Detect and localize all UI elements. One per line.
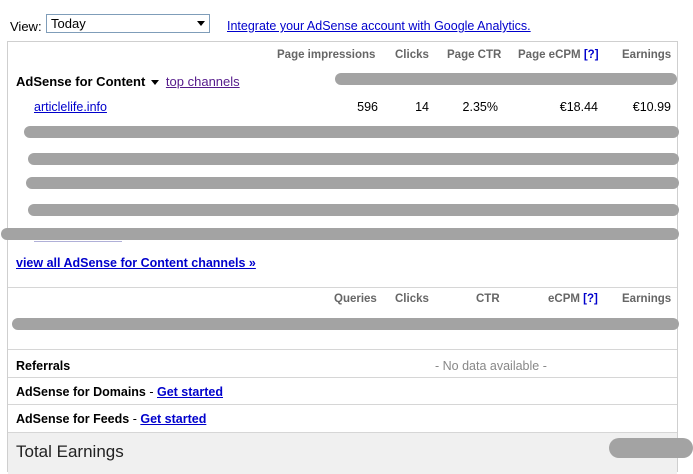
row-clicks: 14	[415, 100, 429, 114]
top-channels-link[interactable]: top channels	[166, 74, 240, 89]
header-clicks: Clicks	[395, 49, 429, 61]
header-search-ctr: CTR	[476, 293, 500, 305]
ecpm-help-link[interactable]: [?]	[584, 49, 599, 61]
header-search-earnings: Earnings	[622, 293, 672, 305]
header-page-ecpm-label: Page eCPM	[518, 49, 581, 61]
separator: -	[129, 412, 141, 426]
view-period-value: Today	[51, 16, 86, 31]
divider	[8, 377, 677, 378]
redaction-mark	[26, 177, 679, 189]
divider	[8, 349, 677, 350]
row-ecpm: €18.44	[559, 100, 598, 114]
adsense-domains-row: AdSense for Domains - Get started	[16, 385, 223, 399]
total-earnings-label: Total Earnings	[16, 442, 124, 461]
row-impressions: 596	[357, 100, 378, 114]
redaction-mark	[1, 228, 679, 240]
chevron-down-icon	[197, 21, 205, 26]
total-earnings-bar: Total Earnings	[8, 432, 677, 474]
header-earnings: Earnings	[622, 49, 672, 61]
redaction-mark	[335, 73, 677, 85]
channel-name[interactable]: articlelife.info	[34, 100, 107, 114]
header-search-ecpm: eCPM [?]	[548, 293, 598, 305]
adsense-content-label: AdSense for Content	[16, 74, 146, 89]
view-label: View:	[10, 19, 42, 34]
header-page-ecpm: Page eCPM [?]	[518, 49, 599, 61]
separator: -	[145, 385, 157, 399]
search-ecpm-help-link[interactable]: [?]	[583, 293, 598, 305]
channel-link[interactable]: articlelife.info	[34, 100, 107, 114]
domains-get-started-link[interactable]: Get started	[157, 385, 223, 399]
adsense-content-section-title: AdSense for Content top channels	[16, 74, 240, 89]
redaction-mark	[24, 126, 679, 138]
view-toolbar: View: Today Integrate your AdSense accou…	[0, 0, 693, 40]
header-page-ctr: Page CTR	[447, 49, 502, 61]
header-search-ecpm-label: eCPM	[548, 293, 580, 305]
referrals-no-data: - No data available -	[435, 359, 547, 373]
row-ctr: 2.35%	[462, 100, 498, 114]
redaction-mark	[28, 153, 679, 165]
redaction-mark	[28, 204, 679, 216]
adsense-feeds-label: AdSense for Feeds	[16, 412, 130, 426]
referrals-label: Referrals	[16, 359, 71, 373]
header-page-impressions: Page impressions	[277, 49, 376, 61]
view-all-content-channels-link[interactable]: view all AdSense for Content channels »	[16, 256, 256, 270]
redaction-mark	[12, 318, 679, 330]
dropdown-arrow-icon[interactable]	[151, 80, 160, 86]
divider	[8, 287, 677, 288]
integrate-analytics-link[interactable]: Integrate your AdSense account with Goog…	[227, 19, 531, 33]
earnings-report-panel: Page impressions Clicks Page CTR Page eC…	[1, 41, 679, 474]
feeds-get-started-link[interactable]: Get started	[140, 412, 206, 426]
divider	[8, 404, 677, 405]
header-queries: Queries	[334, 293, 377, 305]
redaction-mark	[609, 438, 693, 458]
adsense-feeds-row: AdSense for Feeds - Get started	[16, 412, 206, 426]
row-earnings: €10.99	[632, 100, 671, 114]
view-period-select[interactable]: Today	[46, 14, 210, 33]
header-search-clicks: Clicks	[395, 293, 429, 305]
adsense-domains-label: AdSense for Domains	[16, 385, 146, 399]
